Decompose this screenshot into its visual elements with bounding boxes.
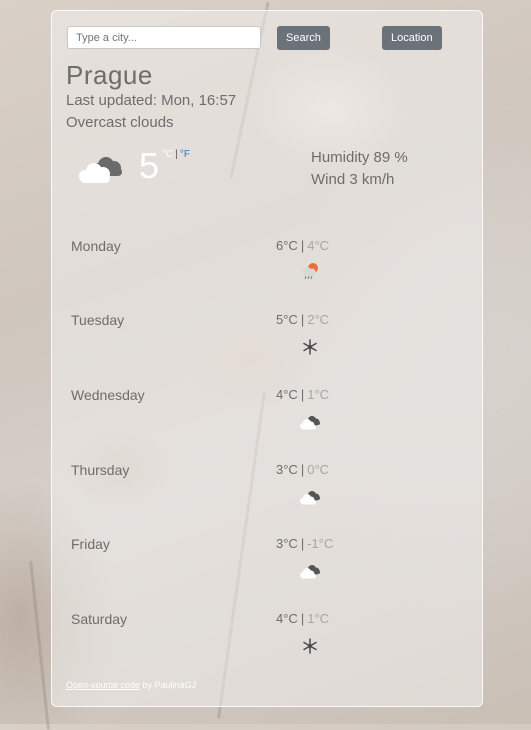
forecast-min: 1°C — [307, 611, 330, 626]
forecast-temps: 5°C | 2°C — [276, 312, 330, 327]
forecast-max: 3°C — [276, 462, 298, 477]
forecast-max: 5°C — [276, 312, 298, 327]
snowflake-icon — [303, 339, 317, 355]
city-search-input[interactable] — [67, 26, 261, 49]
forecast-temps: 6°C | 4°C — [276, 238, 330, 253]
weather-description: Overcast clouds — [66, 114, 174, 131]
forecast-min: 1°C — [307, 387, 330, 402]
footer-author: by PaulinaGJ — [140, 680, 197, 690]
search-button[interactable]: Search — [277, 26, 330, 50]
last-updated: Last updated: Mon, 16:57 — [66, 92, 237, 109]
forecast-day: Tuesday — [71, 312, 125, 328]
overcast-clouds-icon — [300, 491, 320, 505]
forecast-max: 6°C — [276, 238, 298, 253]
forecast-max: 4°C — [276, 611, 298, 626]
forecast-min: -1°C — [307, 536, 334, 551]
forecast-day: Thursday — [71, 462, 130, 478]
forecast-temps: 3°C | 0°C — [276, 462, 330, 477]
forecast-day: Monday — [71, 238, 121, 254]
forecast-min: 0°C — [307, 462, 330, 477]
forecast-max: 3°C — [276, 536, 298, 551]
forecast-temps: 4°C | 1°C — [276, 611, 330, 626]
forecast-day: Friday — [71, 536, 110, 552]
overcast-clouds-icon — [300, 565, 320, 579]
open-source-link[interactable]: Open-source code — [66, 680, 140, 690]
location-button[interactable]: Location — [382, 26, 442, 50]
sun-cloud-rain-icon — [303, 263, 318, 280]
forecast-min: 4°C — [307, 238, 330, 253]
footer: Open-source code by PaulinaGJ — [66, 680, 196, 690]
humidity: Humidity 89 % — [311, 149, 408, 166]
background-stem — [29, 560, 50, 730]
current-temperature: 5 — [139, 145, 160, 186]
forecast-temps: 4°C | 1°C — [276, 387, 330, 402]
forecast-day: Saturday — [71, 611, 128, 627]
celsius-link[interactable]: °C — [162, 149, 173, 160]
wind: Wind 3 km/h — [311, 171, 395, 188]
overcast-clouds-icon — [79, 157, 122, 183]
weather-card: Search Location Prague Last updated: Mon… — [51, 10, 483, 707]
forecast-max: 4°C — [276, 387, 298, 402]
city-name: Prague — [66, 60, 153, 90]
unit-toggle: °C | °F — [162, 149, 190, 160]
forecast-day: Wednesday — [71, 387, 145, 403]
forecast-temps: 3°C | -1°C — [276, 536, 334, 551]
unit-separator: | — [175, 149, 178, 160]
snowflake-icon — [303, 638, 317, 654]
forecast-min: 2°C — [307, 312, 330, 327]
fahrenheit-link[interactable]: °F — [180, 149, 190, 160]
overcast-clouds-icon — [300, 416, 320, 430]
